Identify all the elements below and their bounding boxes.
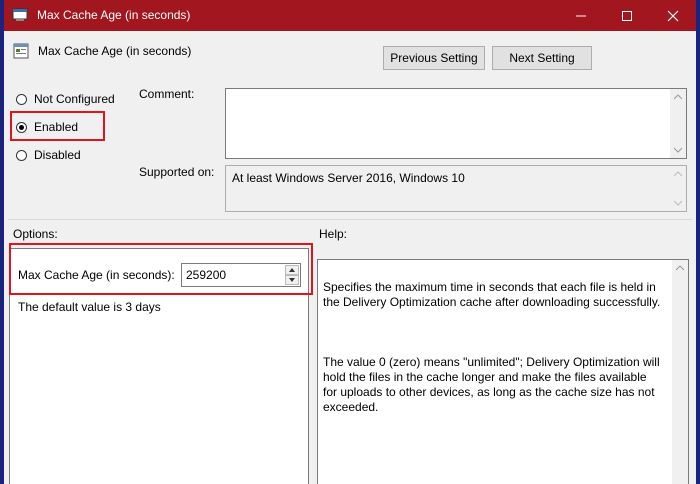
scroll-up-icon (676, 265, 684, 271)
minimize-button[interactable] (558, 0, 604, 31)
policy-dialog: Max Cache Age (in seconds) Max Cache Age… (4, 0, 696, 484)
supported-on-field: At least Windows Server 2016, Windows 10 (225, 165, 687, 212)
supported-on-label: Supported on: (139, 165, 215, 179)
policy-app-icon (12, 8, 28, 22)
maximize-icon (622, 11, 632, 21)
policy-setting-icon (13, 43, 29, 59)
close-button[interactable] (650, 0, 696, 31)
previous-setting-button[interactable]: Previous Setting (383, 46, 485, 70)
supported-scrollbar[interactable] (670, 166, 686, 211)
window-title: Max Cache Age (in seconds) (37, 8, 191, 22)
radio-not-configured-circle[interactable] (16, 94, 27, 105)
default-value-note: The default value is 3 days (18, 300, 161, 314)
title-bar[interactable]: Max Cache Age (in seconds) (4, 0, 696, 31)
radio-disabled-circle[interactable] (16, 150, 27, 161)
help-label: Help: (319, 227, 348, 241)
comment-scrollbar[interactable] (670, 89, 686, 158)
radio-disabled-label: Disabled (34, 148, 81, 162)
help-paragraph-2: The value 0 (zero) means "unlimited"; De… (323, 355, 660, 414)
minimize-icon (576, 15, 586, 17)
scroll-up-icon (674, 94, 682, 100)
divider (8, 219, 692, 220)
maximize-button[interactable] (604, 0, 650, 31)
close-icon (667, 10, 679, 22)
max-cache-age-highlight-box (9, 243, 313, 295)
scroll-down-icon (674, 200, 682, 206)
next-setting-button[interactable]: Next Setting (492, 46, 592, 70)
radio-disabled[interactable]: Disabled (16, 148, 106, 162)
comment-label: Comment: (139, 87, 195, 101)
scroll-up-icon (674, 171, 682, 177)
help-paragraph-1: Specifies the maximum time in seconds th… (323, 280, 661, 309)
options-label: Options: (13, 227, 58, 241)
policy-name: Max Cache Age (in seconds) (38, 44, 192, 58)
enabled-highlight-box (10, 111, 105, 141)
supported-on-value: At least Windows Server 2016, Windows 10 (232, 171, 465, 185)
radio-not-configured[interactable]: Not Configured (16, 92, 126, 106)
scroll-down-icon (674, 147, 682, 153)
help-panel: Specifies the maximum time in seconds th… (317, 259, 689, 484)
help-scrollbar[interactable] (672, 260, 688, 484)
comment-textarea[interactable] (225, 88, 687, 159)
radio-not-configured-label: Not Configured (34, 92, 115, 106)
help-text: Specifies the maximum time in seconds th… (323, 265, 663, 430)
